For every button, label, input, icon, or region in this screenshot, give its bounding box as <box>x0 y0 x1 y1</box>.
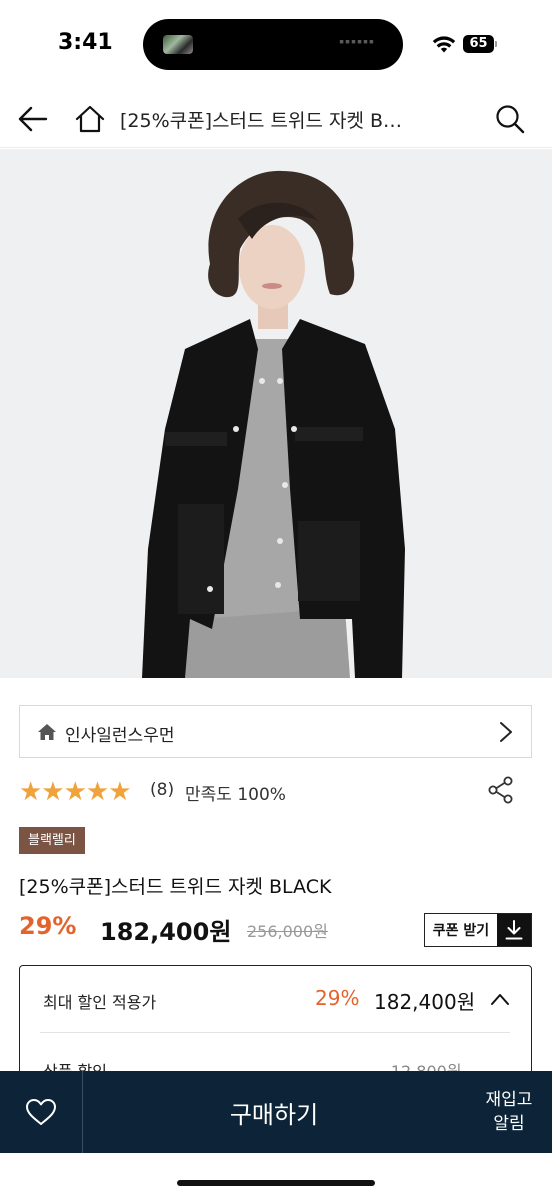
original-price: 256,000원 <box>247 922 328 941</box>
back-button[interactable] <box>16 100 50 138</box>
restock-label-line1: 재입고 <box>485 1090 533 1110</box>
home-icon <box>38 724 56 740</box>
review-count[interactable]: (8) <box>150 780 174 800</box>
brand-row[interactable]: 인사일런스우먼 <box>19 705 532 758</box>
nav-bar: [25%쿠폰]스터드 트위드 자켓 B… <box>0 90 552 148</box>
restock-label-line2: 알림 <box>493 1114 525 1134</box>
home-button[interactable] <box>72 100 108 138</box>
product-photo <box>0 149 552 678</box>
heart-icon <box>26 1099 56 1125</box>
sale-price: 182,400원 <box>100 918 232 946</box>
restock-alert-button[interactable]: 재입고 알림 <box>466 1071 552 1153</box>
audio-waveform-icon: ▪▪▪▪▪▪ <box>339 33 375 49</box>
search-icon <box>496 105 525 134</box>
search-button[interactable] <box>490 100 530 138</box>
discount-panel-toggle[interactable]: 최대 할인 적용가 29% 182,400원 <box>20 966 531 1034</box>
product-badge: 블랙렐리 <box>19 827 85 854</box>
panel-divider <box>40 1032 510 1033</box>
bottom-safe-area <box>0 1153 552 1200</box>
download-icon <box>497 914 531 946</box>
rating-stars: ★★★★★ <box>19 776 132 806</box>
wishlist-button[interactable] <box>0 1071 83 1153</box>
discount-rate: 29% <box>19 912 77 940</box>
arrow-left-icon <box>18 106 48 132</box>
coupon-button[interactable]: 쿠폰 받기 <box>424 913 532 947</box>
page-title: [25%쿠폰]스터드 트위드 자켓 B… <box>120 110 403 132</box>
wifi-icon <box>432 36 456 53</box>
share-icon[interactable] <box>488 776 514 804</box>
max-discount-label: 최대 할인 적용가 <box>43 993 157 1012</box>
product-name: [25%쿠폰]스터드 트위드 자켓 BLACK <box>19 876 332 898</box>
buy-button[interactable]: 구매하기 <box>84 1071 464 1153</box>
rating-row: ★★★★★ (8) 만족도 100% <box>19 776 532 806</box>
now-playing-thumbnail <box>163 35 193 54</box>
max-discount-rate: 29% <box>315 986 360 1010</box>
battery-level: 65 <box>469 36 488 51</box>
chevron-up-icon <box>491 994 509 1005</box>
bottom-action-bar: 구매하기 재입고 알림 <box>0 1071 552 1153</box>
home-icon <box>75 105 105 133</box>
product-image[interactable] <box>0 149 552 678</box>
max-discount-price: 182,400원 <box>374 990 476 1014</box>
chevron-right-icon <box>500 722 512 742</box>
battery-icon: 65 <box>463 35 497 53</box>
status-bar: 3:41 ▪▪▪▪▪▪ 65 <box>0 0 552 90</box>
status-time: 3:41 <box>58 30 113 55</box>
satisfaction-score: 만족도 100% <box>185 785 286 805</box>
coupon-label: 쿠폰 받기 <box>432 923 490 939</box>
brand-name: 인사일런스우먼 <box>65 726 175 746</box>
price-row: 29% 182,400원 256,000원 쿠폰 받기 <box>19 910 532 950</box>
dynamic-island: ▪▪▪▪▪▪ <box>143 19 403 70</box>
home-indicator[interactable] <box>177 1180 375 1186</box>
